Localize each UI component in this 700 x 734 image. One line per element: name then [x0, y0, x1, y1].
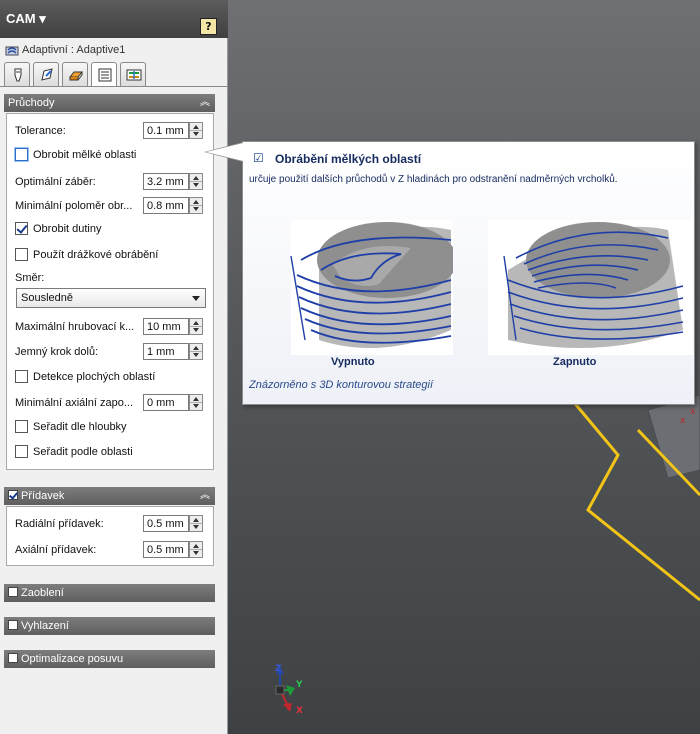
tolerance-spinner[interactable]: [189, 122, 203, 139]
svg-text:x: x: [680, 416, 686, 426]
geometry-icon: [41, 68, 53, 81]
passes-icon: [98, 68, 112, 82]
shallow-areas-label: Obrobit mělké oblasti: [33, 149, 137, 161]
fine-stepdown-label: Jemný krok dolů:: [15, 346, 99, 358]
fine-stepdown-spinner[interactable]: [189, 343, 203, 360]
help-tooltip: ☑ Obrábění mělkých oblastí určuje použit…: [242, 141, 695, 405]
axis-x-label: X: [296, 706, 303, 716]
min-radius-input[interactable]: 0.8 mm: [143, 197, 189, 214]
feed-optimization-section-title: Optimalizace posuvu: [21, 653, 124, 665]
radial-stock-label: Radiální přídavek:: [15, 518, 104, 530]
tolerance-label: Tolerance:: [15, 125, 66, 137]
axis-z-label: Z: [275, 664, 282, 674]
radial-stock-spinner[interactable]: [189, 515, 203, 532]
tolerance-input[interactable]: 0.1 mm: [143, 122, 189, 139]
shallow-areas-checkbox[interactable]: [15, 148, 28, 161]
direction-select[interactable]: Sousledně: [16, 288, 206, 308]
shallow-off-illustration: [290, 220, 453, 355]
tool-icon: [14, 68, 22, 82]
fine-stepdown-input[interactable]: 1 mm: [143, 343, 189, 360]
tab-linking[interactable]: [120, 62, 146, 86]
max-stepdown-spinner[interactable]: [189, 318, 203, 335]
smoothing-checkbox[interactable]: [8, 620, 18, 630]
axial-stock-label: Axiální přídavek:: [15, 544, 97, 556]
passes-section-header[interactable]: Průchody ︽: [4, 94, 215, 112]
min-axial-input[interactable]: 0 mm: [143, 394, 189, 411]
min-radius-spinner[interactable]: [189, 197, 203, 214]
tab-divider: [0, 86, 228, 87]
tooltip-check-icon: ☑: [253, 151, 264, 165]
stock-to-leave-checkbox[interactable]: [8, 490, 18, 500]
slot-clearing-label: Použít drážkové obrábění: [33, 249, 159, 261]
stock-section-header[interactable]: Přídavek ︽: [4, 487, 215, 505]
min-radius-label: Minimální poloměr obr...: [15, 200, 133, 212]
tooltip-description: určuje použití dalších průchodů v Z hlad…: [249, 174, 618, 185]
slot-clearing-checkbox[interactable]: [15, 248, 28, 261]
order-by-area-label: Seřadit podle oblasti: [33, 446, 133, 458]
cavities-checkbox[interactable]: [15, 222, 28, 235]
cavities-label: Obrobit dutiny: [33, 223, 102, 235]
feed-optimization-checkbox[interactable]: [8, 653, 18, 663]
operation-row: Adaptivní : Adaptive1: [0, 41, 228, 61]
axis-y-label: Y: [296, 680, 303, 690]
tab-heights[interactable]: [62, 62, 88, 86]
tab-tool[interactable]: [4, 62, 30, 86]
adaptive-operation-icon: [5, 46, 19, 56]
smoothing-section-title: Vyhlazení: [21, 620, 69, 632]
order-by-depth-label: Seřadit dle hloubky: [33, 421, 127, 433]
min-axial-spinner[interactable]: [189, 394, 203, 411]
tab-geometry[interactable]: [33, 62, 59, 86]
stock-section-title: Přídavek: [21, 490, 65, 502]
collapse-chevron-icon[interactable]: ︽: [200, 487, 210, 505]
max-stepdown-input[interactable]: 10 mm: [143, 318, 189, 335]
tab-passes[interactable]: [91, 62, 117, 87]
optimal-load-input[interactable]: 3.2 mm: [143, 173, 189, 190]
feed-optimization-section-header[interactable]: Optimalizace posuvu: [4, 650, 215, 668]
collapse-chevron-icon[interactable]: ︽: [200, 94, 210, 112]
chevron-down-icon: [192, 296, 200, 301]
fillets-section-title: Zaoblení: [21, 587, 64, 599]
smoothing-section-header[interactable]: Vyhlazení: [4, 617, 215, 635]
help-button[interactable]: ?: [200, 18, 217, 35]
min-axial-label: Minimální axiální zapo...: [15, 397, 133, 409]
caption-off: Vypnuto: [331, 356, 375, 368]
optimal-load-label: Optimální záběr:: [15, 176, 96, 188]
shallow-on-illustration: [488, 220, 693, 355]
flat-area-detection-label: Detekce plochých oblastí: [33, 371, 156, 383]
max-stepdown-label: Maximální hrubovací k...: [15, 321, 135, 333]
parameter-tabs: [4, 62, 224, 87]
direction-value: Sousledně: [21, 292, 73, 304]
caption-on: Zapnuto: [553, 356, 597, 368]
tooltip-note: Znázorněno s 3D konturovou strategií: [249, 379, 434, 391]
axial-stock-spinner[interactable]: [189, 541, 203, 558]
axial-stock-input[interactable]: 0.5 mm: [143, 541, 189, 558]
passes-section-title: Průchody: [8, 97, 55, 109]
flat-area-detection-checkbox[interactable]: [15, 370, 28, 383]
heights-icon: [68, 71, 84, 81]
order-by-depth-checkbox[interactable]: [15, 420, 28, 433]
cam-menu-title[interactable]: CAM ▾: [6, 11, 46, 27]
fillets-section-header[interactable]: Zaoblení: [4, 584, 215, 602]
fillets-checkbox[interactable]: [8, 587, 18, 597]
tooltip-pointer-inner: [206, 143, 243, 161]
svg-text:x: x: [690, 407, 696, 417]
operation-name: Adaptivní : Adaptive1: [22, 44, 126, 56]
direction-label: Směr:: [15, 272, 45, 284]
radial-stock-input[interactable]: 0.5 mm: [143, 515, 189, 532]
cam-header: CAM ▾ ?: [0, 0, 228, 38]
optimal-load-spinner[interactable]: [189, 173, 203, 190]
linking-icon: [126, 69, 142, 81]
tooltip-title: Obrábění mělkých oblastí: [275, 152, 422, 166]
order-by-area-checkbox[interactable]: [15, 445, 28, 458]
